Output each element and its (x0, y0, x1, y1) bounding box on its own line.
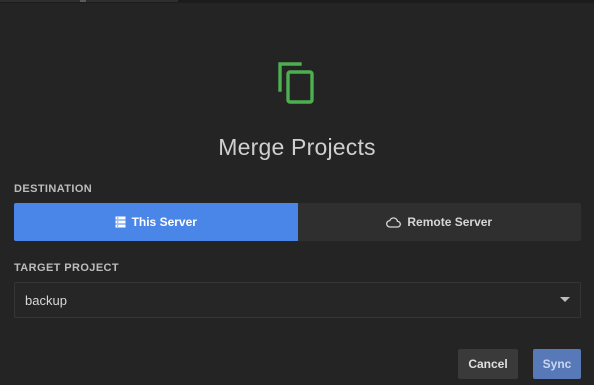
remote-server-option[interactable]: Remote Server (298, 203, 582, 241)
destination-label: DESTINATION (14, 183, 93, 195)
cancel-button[interactable]: Cancel (458, 349, 518, 379)
chevron-down-icon (560, 297, 570, 302)
sync-button[interactable]: Sync (533, 349, 581, 379)
this-server-label: This Server (131, 215, 197, 229)
destination-toggle: This Server Remote Server (14, 203, 581, 241)
server-icon (115, 216, 126, 228)
this-server-option[interactable]: This Server (14, 203, 298, 241)
target-project-value: backup (25, 292, 67, 308)
top-tab-indicator (80, 0, 86, 2)
cloud-icon (386, 216, 402, 228)
top-tab-strip (0, 0, 178, 2)
copy-icon (274, 60, 318, 106)
target-project-label: TARGET PROJECT (14, 262, 120, 274)
remote-server-label: Remote Server (407, 215, 493, 229)
target-project-select[interactable]: backup (14, 282, 581, 318)
dialog-title: Merge Projects (218, 134, 376, 160)
merge-projects-dialog: Merge Projects DESTINATION This Server R… (0, 0, 594, 385)
top-divider (0, 0, 594, 3)
